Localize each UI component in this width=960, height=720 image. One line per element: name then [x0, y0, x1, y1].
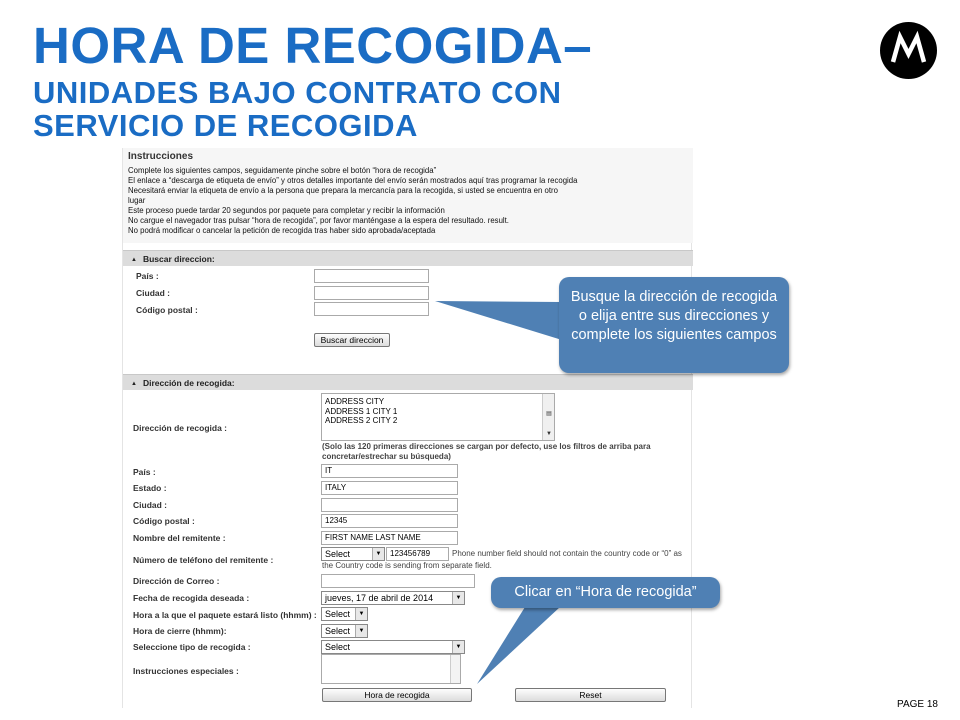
- callout-pointer-clicar: [477, 607, 560, 684]
- callout-busque: Busque la dirección de recogida o elija …: [559, 277, 789, 373]
- page-number: PAGE 18: [897, 699, 938, 710]
- callout-clicar: Clicar en “Hora de recogida”: [491, 577, 720, 608]
- callout-pointers: [435, 301, 562, 684]
- callout-pointer-busque: [435, 301, 562, 340]
